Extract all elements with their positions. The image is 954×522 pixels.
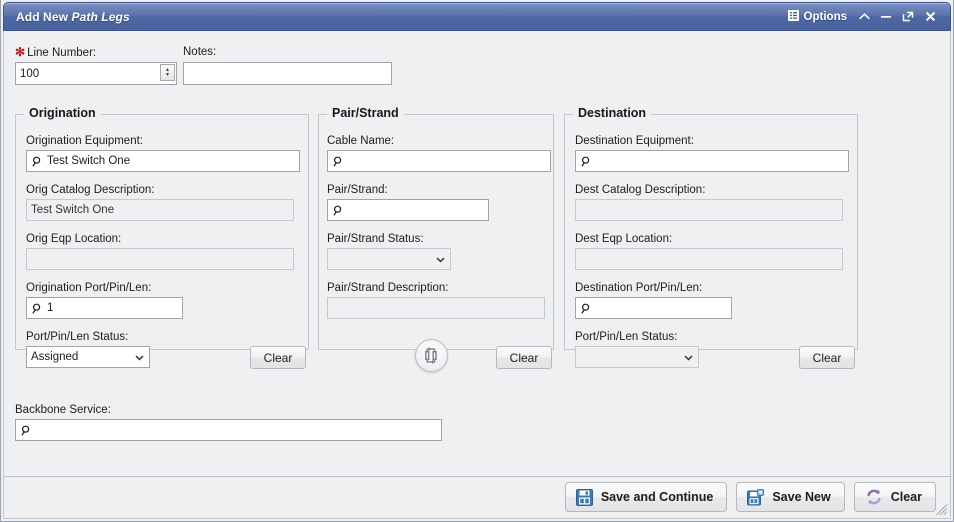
origination-port-label: Origination Port/Pin/Len: <box>26 281 151 295</box>
pair-strand-description-display <box>327 297 545 319</box>
chevron-down-icon <box>683 352 694 363</box>
pair-strand-clear-label: Clear <box>510 351 539 365</box>
origination-status-select[interactable]: Assigned <box>26 346 150 368</box>
backbone-service-input[interactable] <box>15 419 442 441</box>
required-asterisk-icon: ✻ <box>15 45 25 59</box>
destination-panel-title: Destination <box>573 106 651 120</box>
search-icon <box>581 156 592 167</box>
destination-clear-label: Clear <box>813 351 842 365</box>
pair-strand-clear-button[interactable]: Clear <box>496 346 552 369</box>
destination-catalog-display <box>575 199 843 221</box>
origination-location-label: Orig Eqp Location: <box>26 232 121 246</box>
menu-list-icon <box>788 10 799 24</box>
search-icon <box>21 425 32 436</box>
clear-form-label: Clear <box>891 490 922 504</box>
window-title: Add New Path Legs <box>4 10 130 24</box>
line-number-spinner[interactable]: ▴ ▾ <box>160 64 175 81</box>
window-title-prefix: Add New <box>16 10 71 24</box>
origination-equipment-value: Test Switch One <box>47 155 130 167</box>
refresh-arrows-icon <box>865 488 883 506</box>
origination-catalog-display: Test Switch One <box>26 199 294 221</box>
destination-equipment-input[interactable] <box>575 150 849 172</box>
origination-catalog-label: Orig Catalog Description: <box>26 183 154 197</box>
pair-strand-input[interactable] <box>327 199 489 221</box>
origination-panel-title: Origination <box>24 106 101 120</box>
options-label: Options <box>804 11 847 23</box>
cable-name-label: Cable Name: <box>327 134 394 148</box>
origination-clear-button[interactable]: Clear <box>250 346 306 369</box>
spinner-down-icon: ▾ <box>166 73 169 78</box>
search-icon <box>32 156 43 167</box>
line-number-field-wrap: 100 ▴ ▾ <box>15 62 177 85</box>
destination-location-display <box>575 248 843 270</box>
destination-status-select[interactable] <box>575 346 699 368</box>
pair-strand-panel-title: Pair/Strand <box>327 106 404 120</box>
origination-port-input[interactable]: 1 <box>26 297 183 319</box>
line-number-label-text: Line Number: <box>27 47 96 59</box>
form-content: ✻Line Number: 100 ▴ ▾ Notes: Origination… <box>3 31 951 519</box>
backbone-service-label: Backbone Service: <box>15 403 111 417</box>
pair-strand-description-label: Pair/Strand Description: <box>327 281 448 295</box>
destination-panel: Destination Destination Equipment: Dest … <box>564 114 858 350</box>
origination-clear-label: Clear <box>264 351 293 365</box>
close-button[interactable] <box>919 7 941 27</box>
titlebar-controls: Options <box>782 7 950 27</box>
destination-location-label: Dest Eqp Location: <box>575 232 672 246</box>
chevron-up-icon <box>859 12 870 21</box>
options-menu-button[interactable]: Options <box>782 8 853 26</box>
add-path-legs-window: Add New Path Legs Options <box>0 0 954 522</box>
chevron-down-icon <box>134 352 145 363</box>
search-icon <box>32 303 43 314</box>
save-new-label: Save New <box>772 490 830 504</box>
pair-strand-status-label: Pair/Strand Status: <box>327 232 424 246</box>
origination-status-label: Port/Pin/Len Status: <box>26 330 128 344</box>
search-icon <box>581 303 592 314</box>
minimize-button[interactable] <box>875 7 897 27</box>
line-number-value: 100 <box>20 68 39 80</box>
destination-status-label: Port/Pin/Len Status: <box>575 330 677 344</box>
chevron-down-icon <box>435 254 446 265</box>
origination-location-display <box>26 248 294 270</box>
footer-actions: Save and Continue Save New <box>4 476 950 518</box>
line-number-label: ✻Line Number: <box>15 45 96 60</box>
search-icon <box>333 205 344 216</box>
destination-port-input[interactable] <box>575 297 732 319</box>
origination-port-value: 1 <box>47 302 53 314</box>
notes-input[interactable] <box>183 62 392 85</box>
save-and-continue-button[interactable]: Save and Continue <box>565 482 728 512</box>
collapse-button[interactable] <box>853 7 875 27</box>
origination-equipment-label: Origination Equipment: <box>26 134 143 148</box>
pair-strand-status-select[interactable] <box>327 248 451 270</box>
origination-catalog-value: Test Switch One <box>31 204 114 216</box>
destination-port-label: Destination Port/Pin/Len: <box>575 281 702 295</box>
pair-strand-panel: Pair/Strand Cable Name: Pair/Strand: <box>318 114 554 350</box>
destination-clear-button[interactable]: Clear <box>799 346 855 369</box>
minimize-icon <box>880 12 892 21</box>
search-icon <box>333 156 344 167</box>
origination-equipment-input[interactable]: Test Switch One <box>26 150 300 172</box>
resize-grip[interactable] <box>935 503 948 516</box>
save-new-button[interactable]: Save New <box>736 482 844 512</box>
close-icon <box>925 11 936 22</box>
save-disk-icon <box>576 489 593 506</box>
notes-label: Notes: <box>183 45 216 59</box>
window-title-entity: Path Legs <box>71 10 129 24</box>
restore-window-icon <box>902 11 914 22</box>
maximize-restore-button[interactable] <box>897 7 919 27</box>
swap-endpoints-button[interactable] <box>415 339 448 372</box>
origination-status-value: Assigned <box>31 351 134 363</box>
save-and-continue-label: Save and Continue <box>601 490 714 504</box>
window-titlebar: Add New Path Legs Options <box>3 2 951 31</box>
clear-form-button[interactable]: Clear <box>854 482 936 512</box>
pair-strand-label: Pair/Strand: <box>327 183 388 197</box>
origination-panel: Origination Origination Equipment: Test … <box>15 114 309 350</box>
swap-arrows-icon <box>422 346 441 365</box>
destination-catalog-label: Dest Catalog Description: <box>575 183 705 197</box>
line-number-input[interactable]: 100 <box>15 62 177 85</box>
save-new-icon <box>747 489 764 506</box>
destination-equipment-label: Destination Equipment: <box>575 134 694 148</box>
cable-name-input[interactable] <box>327 150 551 172</box>
